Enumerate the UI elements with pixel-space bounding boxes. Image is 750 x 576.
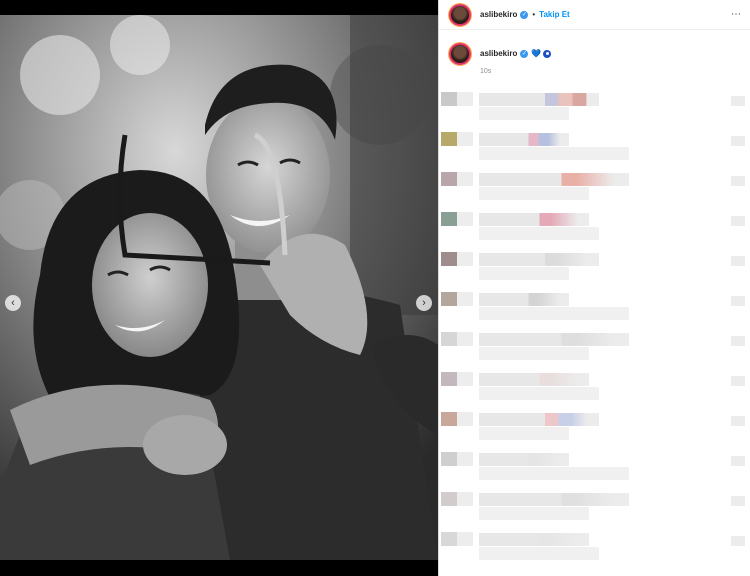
blurred-avatar: [441, 412, 473, 426]
blurred-avatar: [441, 532, 473, 546]
post-sidebar: aslibekiro ✓ • Takip Et ⋯ aslibekiro ✓ 💙…: [438, 0, 750, 576]
blurred-text: [479, 507, 589, 520]
blurred-like-icon[interactable]: [731, 176, 745, 186]
blurred-text: [479, 413, 599, 426]
caption-text: aslibekiro ✓ 💙: [480, 49, 552, 58]
blurred-avatar: [441, 452, 473, 466]
blurred-avatar: [441, 372, 473, 386]
blurred-text: [479, 147, 629, 160]
post-header: aslibekiro ✓ • Takip Et ⋯: [439, 0, 750, 30]
blurred-text: [479, 387, 599, 400]
evil-eye-icon: [543, 49, 552, 58]
follow-button[interactable]: Takip Et: [539, 10, 570, 19]
post-time: 10s: [480, 68, 492, 75]
blurred-comment: [439, 88, 750, 128]
blurred-text: [479, 133, 569, 146]
blurred-text: [479, 453, 569, 466]
blurred-comment: [439, 248, 750, 288]
profile-avatar[interactable]: [449, 3, 471, 26]
blurred-text: [479, 347, 589, 360]
blurred-comment: [439, 168, 750, 208]
blurred-comment: [439, 208, 750, 248]
blurred-like-icon[interactable]: [731, 96, 745, 106]
caption-row: aslibekiro ✓ 💙: [439, 30, 750, 86]
blurred-text: [479, 267, 569, 280]
blurred-text: [479, 173, 629, 186]
blurred-text: [479, 467, 629, 480]
blurred-avatar: [441, 132, 473, 146]
blurred-avatar: [441, 292, 473, 306]
blurred-like-icon[interactable]: [731, 416, 745, 426]
blurred-avatar: [441, 252, 473, 266]
blurred-comments-list: [439, 88, 750, 576]
blurred-text: [479, 293, 569, 306]
blurred-like-icon[interactable]: [731, 376, 745, 386]
header-username[interactable]: aslibekiro: [480, 10, 517, 19]
top-black-bar: [0, 0, 438, 15]
blurred-comment: [439, 528, 750, 568]
blurred-text: [479, 253, 599, 266]
blurred-comment: [439, 328, 750, 368]
blurred-text: [479, 227, 599, 240]
blurred-comment: [439, 448, 750, 488]
verified-icon: ✓: [520, 10, 529, 19]
carousel-prev-button[interactable]: ‹: [5, 295, 21, 311]
blurred-like-icon[interactable]: [731, 296, 745, 306]
instagram-post-view: ‹ › aslibekiro ✓ • Takip Et ⋯ aslibekiro…: [0, 0, 750, 576]
blurred-comment: [439, 368, 750, 408]
separator-dot: •: [532, 10, 536, 19]
blurred-text: [479, 427, 569, 440]
blurred-like-icon[interactable]: [731, 216, 745, 226]
caption-username[interactable]: aslibekiro: [480, 49, 517, 58]
blurred-text: [479, 213, 589, 226]
blurred-avatar: [441, 172, 473, 186]
blurred-avatar: [441, 332, 473, 346]
blurred-text: [479, 493, 629, 506]
blurred-text: [479, 307, 629, 320]
blurred-like-icon[interactable]: [731, 256, 745, 266]
blurred-comment: [439, 288, 750, 328]
blurred-comment: [439, 408, 750, 448]
blue-heart-icon: 💙: [531, 49, 542, 58]
caption-avatar[interactable]: [449, 43, 471, 65]
blurred-like-icon[interactable]: [731, 136, 745, 146]
blurred-avatar: [441, 492, 473, 506]
blurred-text: [479, 187, 589, 200]
blurred-text: [479, 547, 599, 560]
blurred-like-icon[interactable]: [731, 536, 745, 546]
blurred-avatar: [441, 92, 473, 106]
bottom-black-bar: [0, 560, 438, 576]
blurred-avatar: [441, 212, 473, 226]
blurred-text: [479, 333, 629, 346]
blurred-text: [479, 93, 599, 106]
post-photo[interactable]: ‹ ›: [0, 15, 438, 560]
caption-verified-icon: ✓: [520, 49, 529, 58]
blurred-text: [479, 107, 569, 120]
blurred-text: [479, 373, 589, 386]
blurred-comment: [439, 128, 750, 168]
blurred-text: [479, 533, 589, 546]
carousel-next-button[interactable]: ›: [416, 295, 432, 311]
blurred-like-icon[interactable]: [731, 456, 745, 466]
couple-photo-illustration: [0, 15, 438, 560]
more-options-icon[interactable]: ⋯: [731, 9, 742, 20]
blurred-like-icon[interactable]: [731, 496, 745, 506]
blurred-like-icon[interactable]: [731, 336, 745, 346]
blurred-comment: [439, 488, 750, 528]
